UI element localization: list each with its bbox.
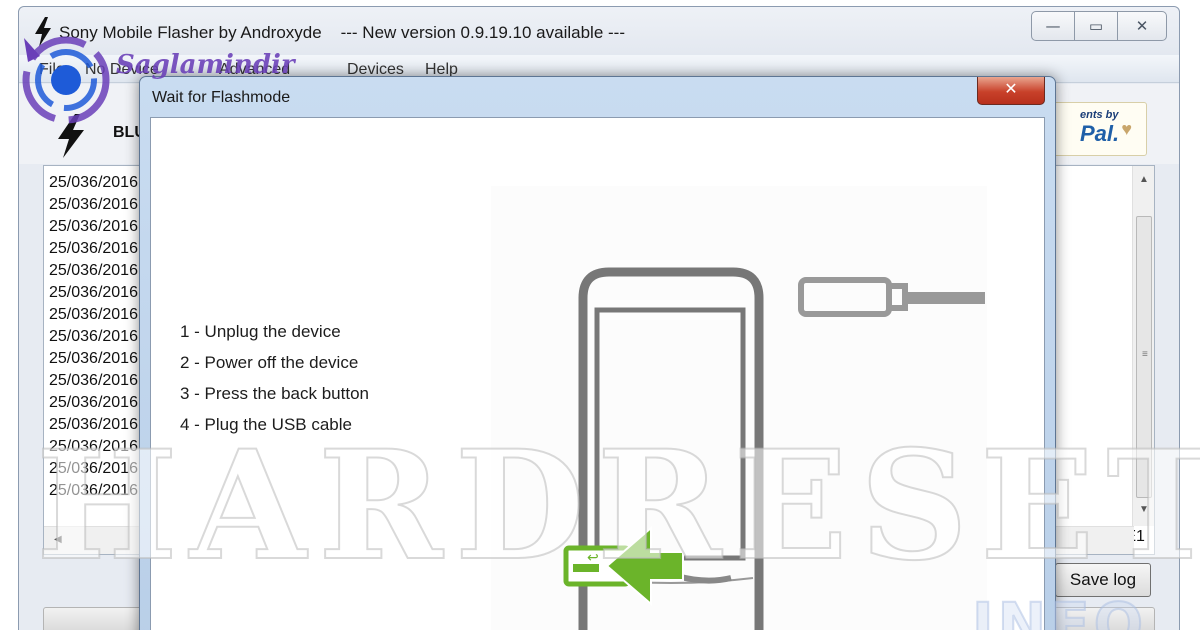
main-titlebar: Sony Mobile Flasher by Androxyde --- New… bbox=[19, 7, 1179, 55]
close-icon: ✕ bbox=[1135, 17, 1149, 35]
log-line: 25/036/2016 bbox=[49, 240, 138, 257]
window-controls: — ▭ ✕ bbox=[1031, 11, 1167, 41]
app-bolt-icon bbox=[35, 17, 51, 47]
log-line: 25/036/2016 bbox=[49, 284, 138, 301]
log-line: 25/036/2016 bbox=[49, 438, 138, 455]
save-log-button[interactable]: Save log bbox=[1055, 563, 1151, 597]
maximize-button[interactable]: ▭ bbox=[1074, 11, 1118, 41]
scroll-left-icon[interactable]: ◀ bbox=[54, 534, 62, 545]
instruction-list: 1 - Unplug the device 2 - Power off the … bbox=[180, 316, 369, 440]
instruction-step-2: 2 - Power off the device bbox=[180, 353, 359, 372]
scroll-thumb[interactable]: ≡ bbox=[1136, 216, 1152, 498]
log-line: 25/036/2016 bbox=[49, 372, 138, 389]
scroll-down-icon[interactable]: ▼ bbox=[1139, 504, 1149, 515]
flashmode-dialog: Wait for Flashmode ✕ 1 - Unplug the devi… bbox=[139, 76, 1056, 630]
flash-bolt-icon[interactable] bbox=[55, 114, 87, 158]
flashmode-illustration-panel: ↩ bbox=[491, 186, 987, 630]
log-line: 25/036/2016 bbox=[49, 174, 138, 191]
dialog-title: Wait for Flashmode bbox=[152, 89, 291, 106]
log-line: 25/036/2016 bbox=[49, 196, 138, 213]
phone-usb-illustration: ↩ bbox=[563, 267, 985, 630]
log-line: 25/036/2016 bbox=[49, 460, 138, 477]
menu-file[interactable]: File bbox=[39, 61, 65, 79]
log-line: 25/036/2016 bbox=[49, 416, 138, 433]
paypal-donate-button[interactable]: ents by Pal. ♥ bbox=[1047, 102, 1147, 156]
back-glyph: ↩ bbox=[587, 550, 599, 566]
vertical-scrollbar[interactable]: ▲ ≡ ▼ bbox=[1132, 166, 1154, 526]
saglamindir-logo-text: Saglamindir bbox=[116, 50, 295, 80]
log-line: 25/036/2016 bbox=[49, 394, 138, 411]
log-lines: 25/036/2016 25/036/2016 25/036/2016 25/0… bbox=[49, 172, 138, 502]
instruction-step-1: 1 - Unplug the device bbox=[180, 322, 341, 341]
log-line: 25/036/2016 bbox=[49, 328, 138, 345]
log-line: 25/036/2016 bbox=[49, 262, 138, 279]
paypal-logo-text: Pal. bbox=[1080, 121, 1120, 146]
log-line: 25/036/2016 bbox=[49, 218, 138, 235]
log-line: 25/036/2016 bbox=[49, 350, 138, 367]
log-line: 25/036/2016 bbox=[49, 482, 138, 499]
close-icon: ✕ bbox=[1004, 81, 1018, 98]
scroll-grip-icon: ≡ bbox=[1142, 349, 1148, 360]
heart-icon: ♥ bbox=[1121, 119, 1132, 139]
green-arrow-icon bbox=[605, 525, 684, 607]
maximize-icon: ▭ bbox=[1088, 17, 1104, 35]
minimize-button[interactable]: — bbox=[1031, 11, 1075, 41]
usb-cable-icon bbox=[798, 277, 985, 317]
paypal-small-text: ents by bbox=[1080, 109, 1119, 121]
close-button[interactable]: ✕ bbox=[1117, 11, 1167, 41]
main-window-title: Sony Mobile Flasher by Androxyde --- New… bbox=[59, 23, 625, 42]
dialog-body: 1 - Unplug the device 2 - Power off the … bbox=[150, 117, 1045, 630]
log-line: 25/036/2016 bbox=[49, 306, 138, 323]
instruction-step-4: 4 - Plug the USB cable bbox=[180, 415, 352, 434]
minimize-icon: — bbox=[1045, 17, 1061, 35]
scroll-up-icon[interactable]: ▲ bbox=[1139, 174, 1149, 185]
instruction-step-3: 3 - Press the back button bbox=[180, 384, 369, 403]
dialog-close-button[interactable]: ✕ bbox=[977, 77, 1045, 105]
